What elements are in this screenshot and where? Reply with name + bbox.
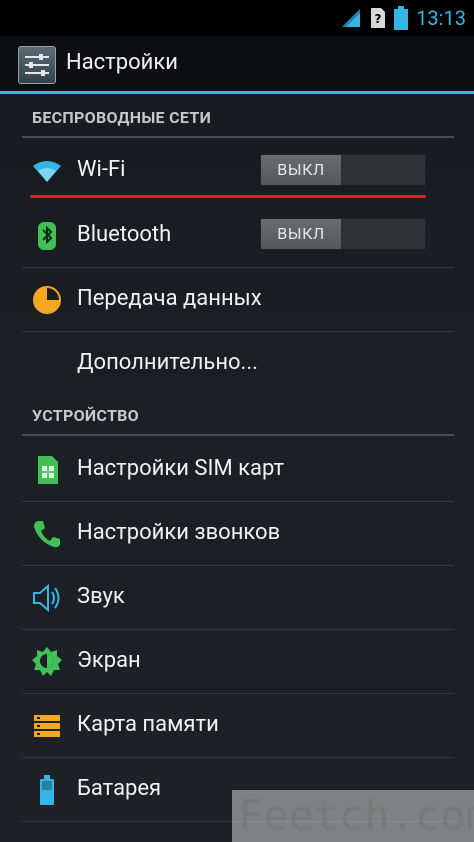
wifi-toggle[interactable]: ВЫКЛ — [260, 154, 426, 186]
settings-item-sound[interactable]: Звук — [22, 566, 454, 630]
toggle-state: ВЫКЛ — [261, 155, 341, 185]
settings-item-label: Передача данных — [77, 286, 262, 311]
section-header-device: УСТРОЙСТВО — [22, 402, 454, 436]
section-title: УСТРОЙСТВО — [32, 406, 140, 425]
settings-item-label: Экран — [77, 648, 141, 673]
page-title: Настройки — [66, 50, 178, 75]
watermark: Feetch.com — [232, 790, 474, 842]
status-time: 13:13 — [416, 6, 466, 30]
sliders-icon — [25, 54, 49, 76]
storage-icon — [34, 715, 60, 737]
settings-item-data-usage[interactable]: Передача данных — [22, 268, 454, 332]
settings-item-label: Настройки звонков — [77, 520, 281, 545]
section-header-wireless: БЕСПРОВОДНЫЕ СЕТИ — [22, 104, 454, 138]
sim-unknown-icon: ? — [371, 8, 386, 28]
action-bar: Настройки — [0, 36, 474, 94]
highlight-underline — [30, 195, 426, 198]
sim-card-icon — [38, 456, 58, 484]
settings-item-storage[interactable]: Карта памяти — [22, 694, 454, 758]
signal-icon — [342, 9, 361, 27]
battery-settings-icon — [40, 775, 54, 805]
settings-item-label: Карта памяти — [77, 712, 219, 737]
settings-item-label: Дополнительно... — [77, 350, 258, 375]
settings-item-display[interactable]: Экран — [22, 630, 454, 694]
bluetooth-icon — [38, 222, 56, 250]
svg-text:?: ? — [375, 12, 382, 26]
settings-app-icon[interactable] — [18, 46, 56, 84]
settings-item-bluetooth[interactable]: Bluetooth ВЫКЛ — [22, 204, 454, 268]
wifi-icon — [33, 161, 61, 182]
settings-item-sim[interactable]: Настройки SIM карт — [22, 438, 454, 502]
data-usage-icon — [33, 286, 61, 314]
settings-item-wifi[interactable]: Wi-Fi ВЫКЛ — [22, 140, 454, 202]
settings-item-calls[interactable]: Настройки звонков — [22, 502, 454, 566]
settings-item-more[interactable]: Дополнительно... — [22, 332, 454, 396]
section-title: БЕСПРОВОДНЫЕ СЕТИ — [32, 108, 212, 127]
settings-item-label: Bluetooth — [77, 222, 172, 247]
settings-item-label: Батарея — [77, 776, 162, 801]
settings-item-label: Звук — [77, 584, 125, 609]
status-bar: ? 13:13 — [0, 0, 474, 36]
settings-item-label: Настройки SIM карт — [77, 456, 285, 481]
speaker-icon — [33, 583, 60, 613]
settings-item-label: Wi-Fi — [77, 157, 126, 182]
phone-icon — [34, 521, 60, 548]
toggle-state: ВЫКЛ — [261, 219, 341, 249]
battery-icon — [394, 6, 409, 30]
status-icons: ? 13:13 — [340, 0, 466, 36]
bluetooth-toggle[interactable]: ВЫКЛ — [260, 218, 426, 250]
brightness-icon — [32, 647, 62, 676]
